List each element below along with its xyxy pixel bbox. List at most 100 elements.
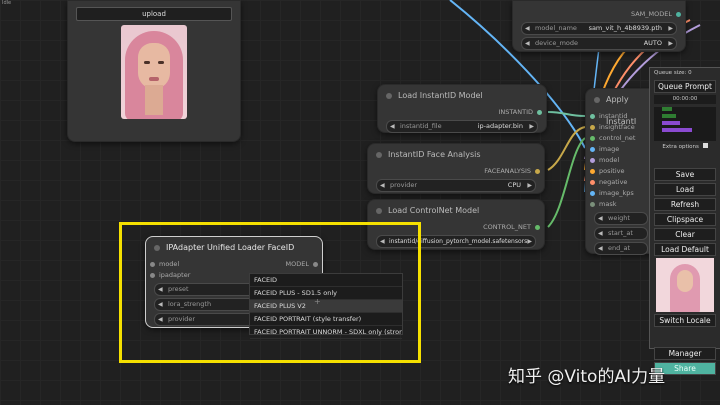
preset-dropdown-menu[interactable]: FACEID FACEID PLUS - SD1.5 only FACEID P… (249, 273, 403, 339)
input-dot[interactable] (590, 169, 595, 174)
input-dot[interactable] (150, 273, 155, 278)
save-button[interactable]: Save (654, 168, 716, 181)
input-dot[interactable] (590, 114, 595, 119)
input-dot[interactable] (150, 262, 155, 267)
node-title-bar[interactable]: IPAdapter Unified Loader FaceID (146, 237, 322, 259)
instantid-file-label: instantid_file (400, 122, 442, 130)
chevron-left-icon[interactable]: ◀ (158, 314, 163, 325)
switch-locale-button[interactable]: Switch Locale (654, 314, 716, 327)
clipspace-button[interactable]: Clipspace (654, 213, 716, 226)
chevron-right-icon[interactable]: ▶ (527, 180, 532, 191)
dropdown-option[interactable]: FACEID PORTRAIT (style transfer) (250, 313, 402, 326)
weight-widget[interactable]: ◀ weight (594, 212, 648, 225)
input-dot[interactable] (590, 158, 595, 163)
chevron-left-icon[interactable]: ◀ (158, 299, 163, 310)
chevron-right-icon[interactable]: ▶ (668, 38, 673, 49)
input-dot[interactable] (590, 125, 595, 130)
input-dot[interactable] (590, 202, 595, 207)
chevron-left-icon[interactable]: ◀ (525, 38, 530, 49)
chevron-right-icon[interactable]: ▶ (668, 23, 673, 34)
sam-output-dot[interactable] (676, 12, 681, 17)
input-slot-image[interactable]: image (586, 144, 656, 155)
model-output-dot[interactable] (313, 262, 318, 267)
input-dot[interactable] (590, 136, 595, 141)
node-title-bar[interactable]: Load ControlNet Model (368, 200, 544, 222)
ram-bar (662, 114, 676, 118)
extra-options-label[interactable]: Extra options (650, 143, 720, 150)
input-slot-negative[interactable]: negative (586, 177, 656, 188)
input-slot-control-net[interactable]: control_net (586, 133, 656, 144)
provider-widget[interactable]: ◀ provider CPU ▶ (376, 179, 536, 192)
collapse-dot-icon[interactable] (154, 245, 160, 251)
widget-label: provider (168, 315, 196, 323)
chevron-left-icon[interactable]: ◀ (598, 243, 603, 254)
chevron-left-icon[interactable]: ◀ (158, 284, 163, 295)
faceanalysis-output-dot[interactable] (535, 169, 540, 174)
manager-button[interactable]: Manager (654, 347, 716, 360)
input-slot-image-kps[interactable]: image_kps (586, 188, 656, 199)
chevron-left-icon[interactable]: ◀ (598, 228, 603, 239)
queue-spacer (650, 329, 720, 345)
collapse-dot-icon[interactable] (594, 97, 600, 103)
eye-left (144, 61, 150, 64)
model-name-widget[interactable]: ◀ model_name sam_vit_h_4b8939.pth ▶ (521, 22, 677, 35)
preview-image (121, 25, 187, 119)
chevron-left-icon[interactable]: ◀ (390, 121, 395, 132)
faceanalysis-output-slot[interactable]: FACEANALYSIS (368, 166, 544, 177)
face-analysis-node[interactable]: InstantID Face Analysis FACEANALYSIS ◀ p… (367, 143, 545, 194)
model-output-label: MODEL (285, 260, 309, 268)
dropdown-option[interactable]: FACEID PLUS - SD1.5 only (250, 287, 402, 300)
widget-label: weight (608, 214, 630, 222)
thumb-face (677, 270, 693, 292)
controlnet-output-dot[interactable] (535, 225, 540, 230)
input-slot-insightface[interactable]: insightface (586, 122, 656, 133)
collapse-dot-icon[interactable] (376, 208, 382, 214)
model-name-label: model_name (535, 24, 577, 32)
input-dot[interactable] (590, 191, 595, 196)
input-label: ipadapter (159, 271, 191, 279)
refresh-button[interactable]: Refresh (654, 198, 716, 211)
chevron-right-icon[interactable]: ▶ (527, 236, 532, 247)
device-mode-widget[interactable]: ◀ device_mode AUTO ▶ (521, 37, 677, 50)
instantid-output-slot[interactable]: INSTANTID (378, 107, 546, 118)
node-title-bar[interactable]: InstantID Face Analysis (368, 144, 544, 166)
input-slot-mask[interactable]: mask (586, 199, 656, 210)
input-slot-model[interactable]: model (586, 155, 656, 166)
chevron-left-icon[interactable]: ◀ (598, 213, 603, 224)
input-slot-model[interactable]: model MODEL (146, 259, 322, 270)
sam-model-loader-node[interactable]: SAM_MODEL ◀ model_name sam_vit_h_4b8939.… (512, 0, 686, 52)
load-instantid-node[interactable]: Load InstantID Model INSTANTID ◀ instant… (377, 84, 547, 133)
chevron-left-icon[interactable]: ◀ (380, 180, 385, 191)
mouse-cursor-icon: + (314, 297, 321, 306)
provider-value: CPU (507, 181, 521, 189)
chevron-right-icon[interactable]: ▶ (529, 121, 534, 132)
chevron-left-icon[interactable]: ◀ (525, 23, 530, 34)
clear-button[interactable]: Clear (654, 228, 716, 241)
node-title-bar[interactable]: Load InstantID Model (378, 85, 546, 107)
upload-button[interactable]: upload (76, 7, 232, 21)
dropdown-option[interactable]: FACEID PORTRAIT UNNORM - SDXL only (stro… (250, 326, 402, 339)
collapse-dot-icon[interactable] (386, 93, 392, 99)
instantid-file-widget[interactable]: ◀ instantid_file ip-adapter.bin ▶ (386, 120, 538, 133)
instantid-output-dot[interactable] (537, 110, 542, 115)
input-slot-instantid[interactable]: instantid (586, 111, 656, 122)
load-default-button[interactable]: Load Default (654, 243, 716, 256)
queue-prompt-button[interactable]: Queue Prompt (654, 80, 716, 93)
apply-instantid-node[interactable]: Apply InstantI instantid insightface con… (585, 88, 657, 255)
input-dot[interactable] (590, 180, 595, 185)
input-dot[interactable] (590, 147, 595, 152)
eye-right (158, 61, 164, 64)
face-shape (138, 43, 170, 89)
dropdown-option-selected[interactable]: FACEID PLUS V2 (250, 300, 402, 313)
input-slot-positive[interactable]: positive (586, 166, 656, 177)
start-at-widget[interactable]: ◀ start_at (594, 227, 648, 240)
checkbox-icon[interactable] (702, 143, 708, 148)
dropdown-option[interactable]: FACEID (250, 274, 402, 287)
sam-output-slot[interactable]: SAM_MODEL (513, 9, 685, 20)
load-button[interactable]: Load (654, 183, 716, 196)
end-at-widget[interactable]: ◀ end_at (594, 242, 648, 255)
queue-panel[interactable]: Queue size: 0 Queue Prompt 00:00:00 Extr… (649, 67, 720, 375)
collapse-dot-icon[interactable] (376, 152, 382, 158)
load-image-node[interactable]: upload (67, 0, 241, 142)
node-title-bar[interactable]: Apply InstantI (586, 89, 656, 126)
